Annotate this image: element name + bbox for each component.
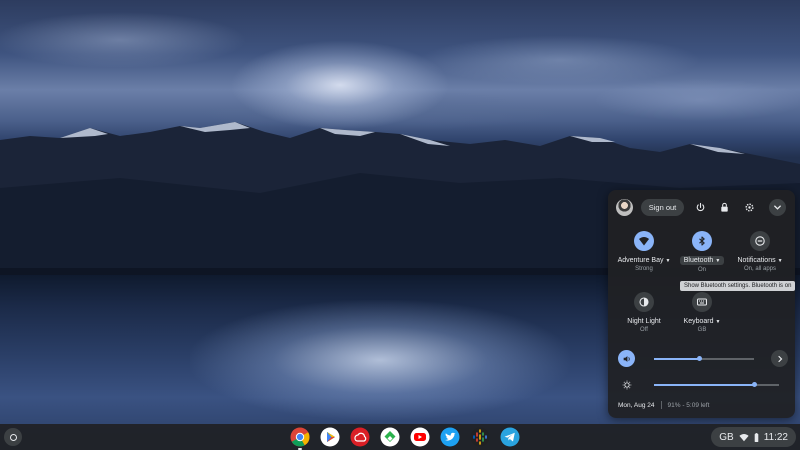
- network-label: Adventure Bay: [617, 257, 664, 264]
- divider: [660, 401, 662, 409]
- bluetooth-status: On: [697, 267, 706, 273]
- notifications-status: On, all apps: [743, 266, 777, 272]
- caret-down-icon: ▼: [715, 319, 721, 325]
- network-label-button[interactable]: Adventure Bay ▼: [614, 257, 674, 264]
- chrome-icon[interactable]: [290, 427, 310, 450]
- bluetooth-icon: [699, 236, 705, 246]
- keyboard-label-button[interactable]: Keyboard ▼: [672, 318, 732, 325]
- wifi-icon: [639, 237, 649, 246]
- launcher-button[interactable]: [4, 428, 22, 446]
- collapse-chevron-icon[interactable]: [769, 199, 786, 216]
- shelf-apps: [290, 427, 520, 450]
- notifications-label-button[interactable]: Notifications ▼: [730, 257, 790, 264]
- sign-out-button[interactable]: Sign out: [641, 199, 684, 216]
- keyboard-status: GB: [697, 327, 707, 333]
- launcher-circle-icon: [9, 433, 17, 441]
- bluetooth-toggle[interactable]: [692, 231, 712, 251]
- shelf: GB 11:22: [0, 424, 800, 450]
- volume-slider-fill: [654, 358, 699, 360]
- do-not-disturb-icon: [755, 236, 765, 246]
- keyboard-icon: [697, 298, 707, 306]
- lock-icon[interactable]: [716, 199, 733, 216]
- bluetooth-feature[interactable]: Bluetooth ▼ On: [672, 231, 732, 273]
- keyboard-layout-indicator: GB: [719, 431, 734, 443]
- bluetooth-label-button[interactable]: Bluetooth ▼: [680, 256, 724, 265]
- telegram-icon[interactable]: [500, 427, 520, 447]
- volume-slider[interactable]: [654, 355, 754, 361]
- brightness-slider-fill: [654, 384, 754, 386]
- bluetooth-label: Bluetooth: [683, 257, 714, 264]
- wifi-icon: [739, 433, 749, 441]
- brightness-slider[interactable]: [654, 381, 779, 387]
- caret-down-icon: ▼: [665, 258, 671, 264]
- brightness-slider-thumb[interactable]: [751, 381, 757, 387]
- network-status: Strong: [635, 266, 653, 272]
- quick-settings-panel: Sign out Adventure Bay ▼ Strong Bluetooth…: [608, 190, 795, 418]
- volume-slider-row: [618, 350, 788, 367]
- keyboard-feature[interactable]: Keyboard ▼ GB: [672, 292, 732, 333]
- user-avatar[interactable]: [616, 199, 633, 216]
- network-feature[interactable]: Adventure Bay ▼ Strong: [614, 231, 674, 272]
- notifications-feature[interactable]: Notifications ▼ On, all apps: [730, 231, 790, 272]
- twitter-icon[interactable]: [440, 427, 460, 447]
- wallpaper-sky-glow: [230, 40, 450, 130]
- notifications-toggle[interactable]: [750, 231, 770, 251]
- night-light-toggle[interactable]: [634, 292, 654, 312]
- date-battery-bar: Mon, Aug 24 91% - 5:09 left: [618, 401, 709, 409]
- volume-icon[interactable]: [618, 350, 635, 367]
- volume-slider-thumb[interactable]: [696, 355, 702, 361]
- keyboard-label: Keyboard: [683, 318, 714, 325]
- wallpaper-lake-reflection: [190, 300, 570, 420]
- settings-gear-icon[interactable]: [741, 199, 758, 216]
- night-light-icon: [639, 297, 649, 307]
- battery-status[interactable]: 91% - 5:09 left: [668, 402, 710, 409]
- system-tray[interactable]: GB 11:22: [711, 427, 796, 447]
- caret-down-icon: ▼: [715, 258, 721, 264]
- clock-time: 11:22: [763, 431, 788, 443]
- audio-settings-chevron-icon[interactable]: [771, 350, 788, 367]
- creative-cloud-icon[interactable]: [350, 427, 370, 447]
- brightness-icon: [618, 376, 635, 393]
- caret-down-icon: ▼: [777, 258, 783, 264]
- youtube-icon[interactable]: [410, 427, 430, 447]
- date-text[interactable]: Mon, Aug 24: [618, 402, 655, 409]
- keyboard-toggle[interactable]: [692, 292, 712, 312]
- notifications-label: Notifications: [737, 257, 776, 264]
- night-light-status: Off: [640, 327, 648, 333]
- battery-icon: [754, 432, 759, 442]
- night-light-feature[interactable]: Night Light Off: [614, 292, 674, 333]
- bluetooth-tooltip: Show Bluetooth settings. Bluetooth is on: [680, 281, 796, 291]
- brightness-slider-row: [618, 376, 788, 393]
- feedly-icon[interactable]: [380, 427, 400, 447]
- night-light-label: Night Light: [627, 318, 661, 325]
- google-podcasts-icon[interactable]: [470, 427, 490, 447]
- power-icon[interactable]: [692, 199, 709, 216]
- wifi-toggle[interactable]: [634, 231, 654, 251]
- play-store-icon[interactable]: [320, 427, 340, 447]
